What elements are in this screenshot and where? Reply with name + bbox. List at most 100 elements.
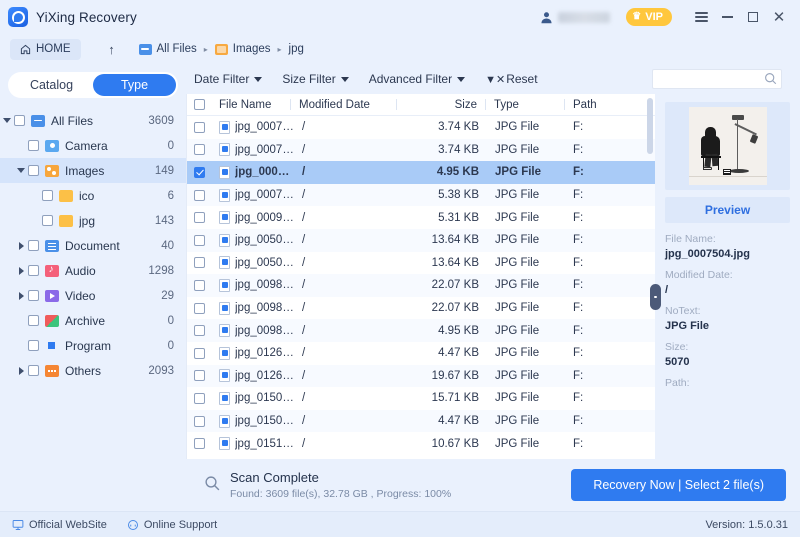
toggle-catalog[interactable]: Catalog bbox=[10, 74, 93, 96]
reset-filter-button[interactable]: ▼✕ Reset bbox=[485, 72, 537, 86]
sidebar-item-video[interactable]: Video 29 bbox=[0, 283, 186, 308]
column-header-path[interactable]: Path bbox=[565, 94, 655, 115]
row-checkbox[interactable] bbox=[187, 257, 217, 269]
filter-reset-icon: ▼✕ bbox=[485, 73, 506, 86]
breadcrumb-item-all-files[interactable]: All Files bbox=[138, 43, 197, 55]
row-checkbox[interactable] bbox=[187, 302, 217, 314]
table-row[interactable]: jpg_0007504.jpg / 4.95 KB JPG File F: bbox=[187, 161, 655, 184]
table-row[interactable]: jpg_0007384.jpg / 3.74 KB JPG File F: bbox=[187, 138, 655, 162]
table-row[interactable]: jpg_0007520.jpg / 5.38 KB JPG File F: bbox=[187, 183, 655, 207]
row-checkbox[interactable] bbox=[187, 415, 217, 427]
toggle-type[interactable]: Type bbox=[93, 74, 176, 96]
breadcrumb-item-images[interactable]: Images bbox=[214, 43, 271, 55]
table-row[interactable]: jpg_0126680.jpg / 4.47 KB JPG File F: bbox=[187, 342, 655, 365]
row-checkbox[interactable] bbox=[187, 438, 217, 450]
sidebar-item-archive[interactable]: Archive 0 bbox=[0, 308, 186, 333]
sidebar-item-checkbox[interactable] bbox=[28, 365, 39, 376]
chevron-down-icon[interactable] bbox=[14, 168, 28, 173]
chevron-right-icon[interactable] bbox=[14, 291, 28, 300]
sidebar-item-checkbox[interactable] bbox=[42, 190, 53, 201]
sidebar-item-checkbox[interactable] bbox=[28, 165, 39, 176]
table-row[interactable]: jpg_0098216.jpg / 22.07 KB JPG File F: bbox=[187, 297, 655, 320]
file-list-scrollbar[interactable] bbox=[647, 94, 653, 459]
table-row[interactable]: jpg_0098168.jpg / 22.07 KB JPG File F: bbox=[187, 274, 655, 297]
folder-orange-icon bbox=[214, 43, 228, 55]
sidebar-item-checkbox[interactable] bbox=[42, 215, 53, 226]
sidebar-item-program[interactable]: Program 0 bbox=[0, 333, 186, 358]
cell-modified-date: / bbox=[302, 369, 306, 382]
official-website-link[interactable]: Official WebSite bbox=[12, 519, 107, 531]
sidebar-item-camera[interactable]: Camera 0 bbox=[0, 133, 186, 158]
chevron-right-icon[interactable] bbox=[14, 266, 28, 275]
column-header-size[interactable]: Size bbox=[397, 94, 485, 115]
row-checkbox[interactable] bbox=[187, 189, 217, 201]
vip-badge[interactable]: ♛ VIP bbox=[626, 8, 672, 26]
sidebar-item-document[interactable]: Document 40 bbox=[0, 233, 186, 258]
table-row[interactable]: jpg_0098264.jpg / 4.95 KB JPG File F: bbox=[187, 319, 655, 342]
sidebar-item-audio[interactable]: Audio 1298 bbox=[0, 258, 186, 283]
breadcrumb-label: Images bbox=[232, 43, 271, 55]
table-row[interactable]: jpg_0050840.jpg / 13.64 KB JPG File F: bbox=[187, 252, 655, 275]
table-row[interactable]: jpg_0007360.jpg / 3.74 KB JPG File F: bbox=[187, 116, 655, 139]
row-checkbox[interactable] bbox=[187, 392, 217, 404]
row-checkbox[interactable] bbox=[187, 212, 217, 224]
table-row[interactable]: jpg_0126704.jpg / 19.67 KB JPG File F: bbox=[187, 364, 655, 388]
table-row[interactable]: jpg_0151080.jpg / 10.67 KB JPG File F: bbox=[187, 432, 655, 455]
cell-size: 4.95 KB bbox=[436, 166, 479, 179]
column-header-type[interactable]: Type bbox=[486, 94, 564, 115]
table-row[interactable]: jpg_0150776.jpg / 4.47 KB JPG File F: bbox=[187, 409, 655, 433]
sidebar-item-checkbox[interactable] bbox=[28, 290, 39, 301]
sidebar-item-checkbox[interactable] bbox=[28, 140, 39, 151]
scrollbar-thumb[interactable] bbox=[647, 98, 653, 154]
row-checkbox[interactable] bbox=[187, 121, 217, 133]
sidebar-item-checkbox[interactable] bbox=[28, 240, 39, 251]
cell-file-name: jpg_0050808.jpg bbox=[217, 233, 294, 247]
row-checkbox[interactable] bbox=[187, 279, 217, 291]
maximize-icon[interactable] bbox=[740, 4, 766, 30]
size-filter-dropdown[interactable]: Size Filter bbox=[282, 72, 349, 86]
row-checkbox[interactable] bbox=[187, 144, 217, 156]
chevron-right-icon[interactable] bbox=[14, 241, 28, 250]
sidebar-item-jpg[interactable]: jpg 143 bbox=[0, 208, 186, 233]
column-header-file-name[interactable]: File Name bbox=[217, 94, 290, 115]
sidebar-item-checkbox[interactable] bbox=[14, 115, 25, 126]
hamburger-menu-icon[interactable] bbox=[688, 4, 714, 30]
sidebar-item-images[interactable]: Images 149 bbox=[0, 158, 186, 183]
row-checkbox[interactable] bbox=[187, 234, 217, 246]
panel-collapse-handle[interactable] bbox=[650, 284, 661, 310]
breadcrumb-item-jpg[interactable]: jpg bbox=[289, 43, 304, 55]
select-all-checkbox[interactable] bbox=[187, 94, 217, 115]
chevron-right-icon[interactable] bbox=[14, 366, 28, 375]
row-checkbox[interactable] bbox=[187, 325, 217, 337]
chevron-down-icon[interactable] bbox=[0, 118, 14, 123]
sidebar-item-checkbox[interactable] bbox=[28, 315, 39, 326]
recovery-now-button[interactable]: Recovery Now | Select 2 file(s) bbox=[571, 469, 786, 501]
table-row[interactable]: jpg_0009776.jpg / 5.31 KB JPG File F: bbox=[187, 206, 655, 229]
sidebar-item-all-files[interactable]: All Files 3609 bbox=[0, 108, 186, 133]
sidebar-item-checkbox[interactable] bbox=[28, 340, 39, 351]
search-icon[interactable] bbox=[764, 72, 777, 85]
row-checkbox[interactable] bbox=[187, 166, 217, 178]
row-checkbox[interactable] bbox=[187, 370, 217, 382]
close-icon[interactable]: ✕ bbox=[766, 4, 792, 30]
date-filter-dropdown[interactable]: Date Filter bbox=[194, 72, 263, 86]
cell-path: F: bbox=[573, 347, 584, 360]
minimize-icon[interactable] bbox=[714, 4, 740, 30]
online-support-link[interactable]: Online Support bbox=[127, 519, 217, 531]
cell-size: 4.47 KB bbox=[438, 415, 479, 428]
preview-button[interactable]: Preview bbox=[665, 197, 790, 223]
preview-thumbnail[interactable] bbox=[665, 102, 790, 190]
user-account-button[interactable] bbox=[540, 11, 611, 24]
search-input[interactable] bbox=[652, 69, 782, 89]
row-checkbox[interactable] bbox=[187, 347, 217, 359]
table-row[interactable]: jpg_0150744.jpg / 15.71 KB JPG File F: bbox=[187, 387, 655, 410]
sidebar-item-ico[interactable]: ico 6 bbox=[0, 183, 186, 208]
home-button[interactable]: HOME bbox=[10, 38, 81, 60]
advanced-filter-dropdown[interactable]: Advanced Filter bbox=[369, 72, 466, 86]
table-row[interactable]: jpg_0050808.jpg / 13.64 KB JPG File F: bbox=[187, 228, 655, 252]
sidebar-item-checkbox[interactable] bbox=[28, 265, 39, 276]
sidebar-item-others[interactable]: Others 2093 bbox=[0, 358, 186, 383]
cell-size: 4.47 KB bbox=[438, 347, 479, 360]
arrow-up-icon[interactable]: ↑ bbox=[103, 42, 121, 57]
column-header-modified-date[interactable]: Modified Date bbox=[291, 94, 396, 115]
